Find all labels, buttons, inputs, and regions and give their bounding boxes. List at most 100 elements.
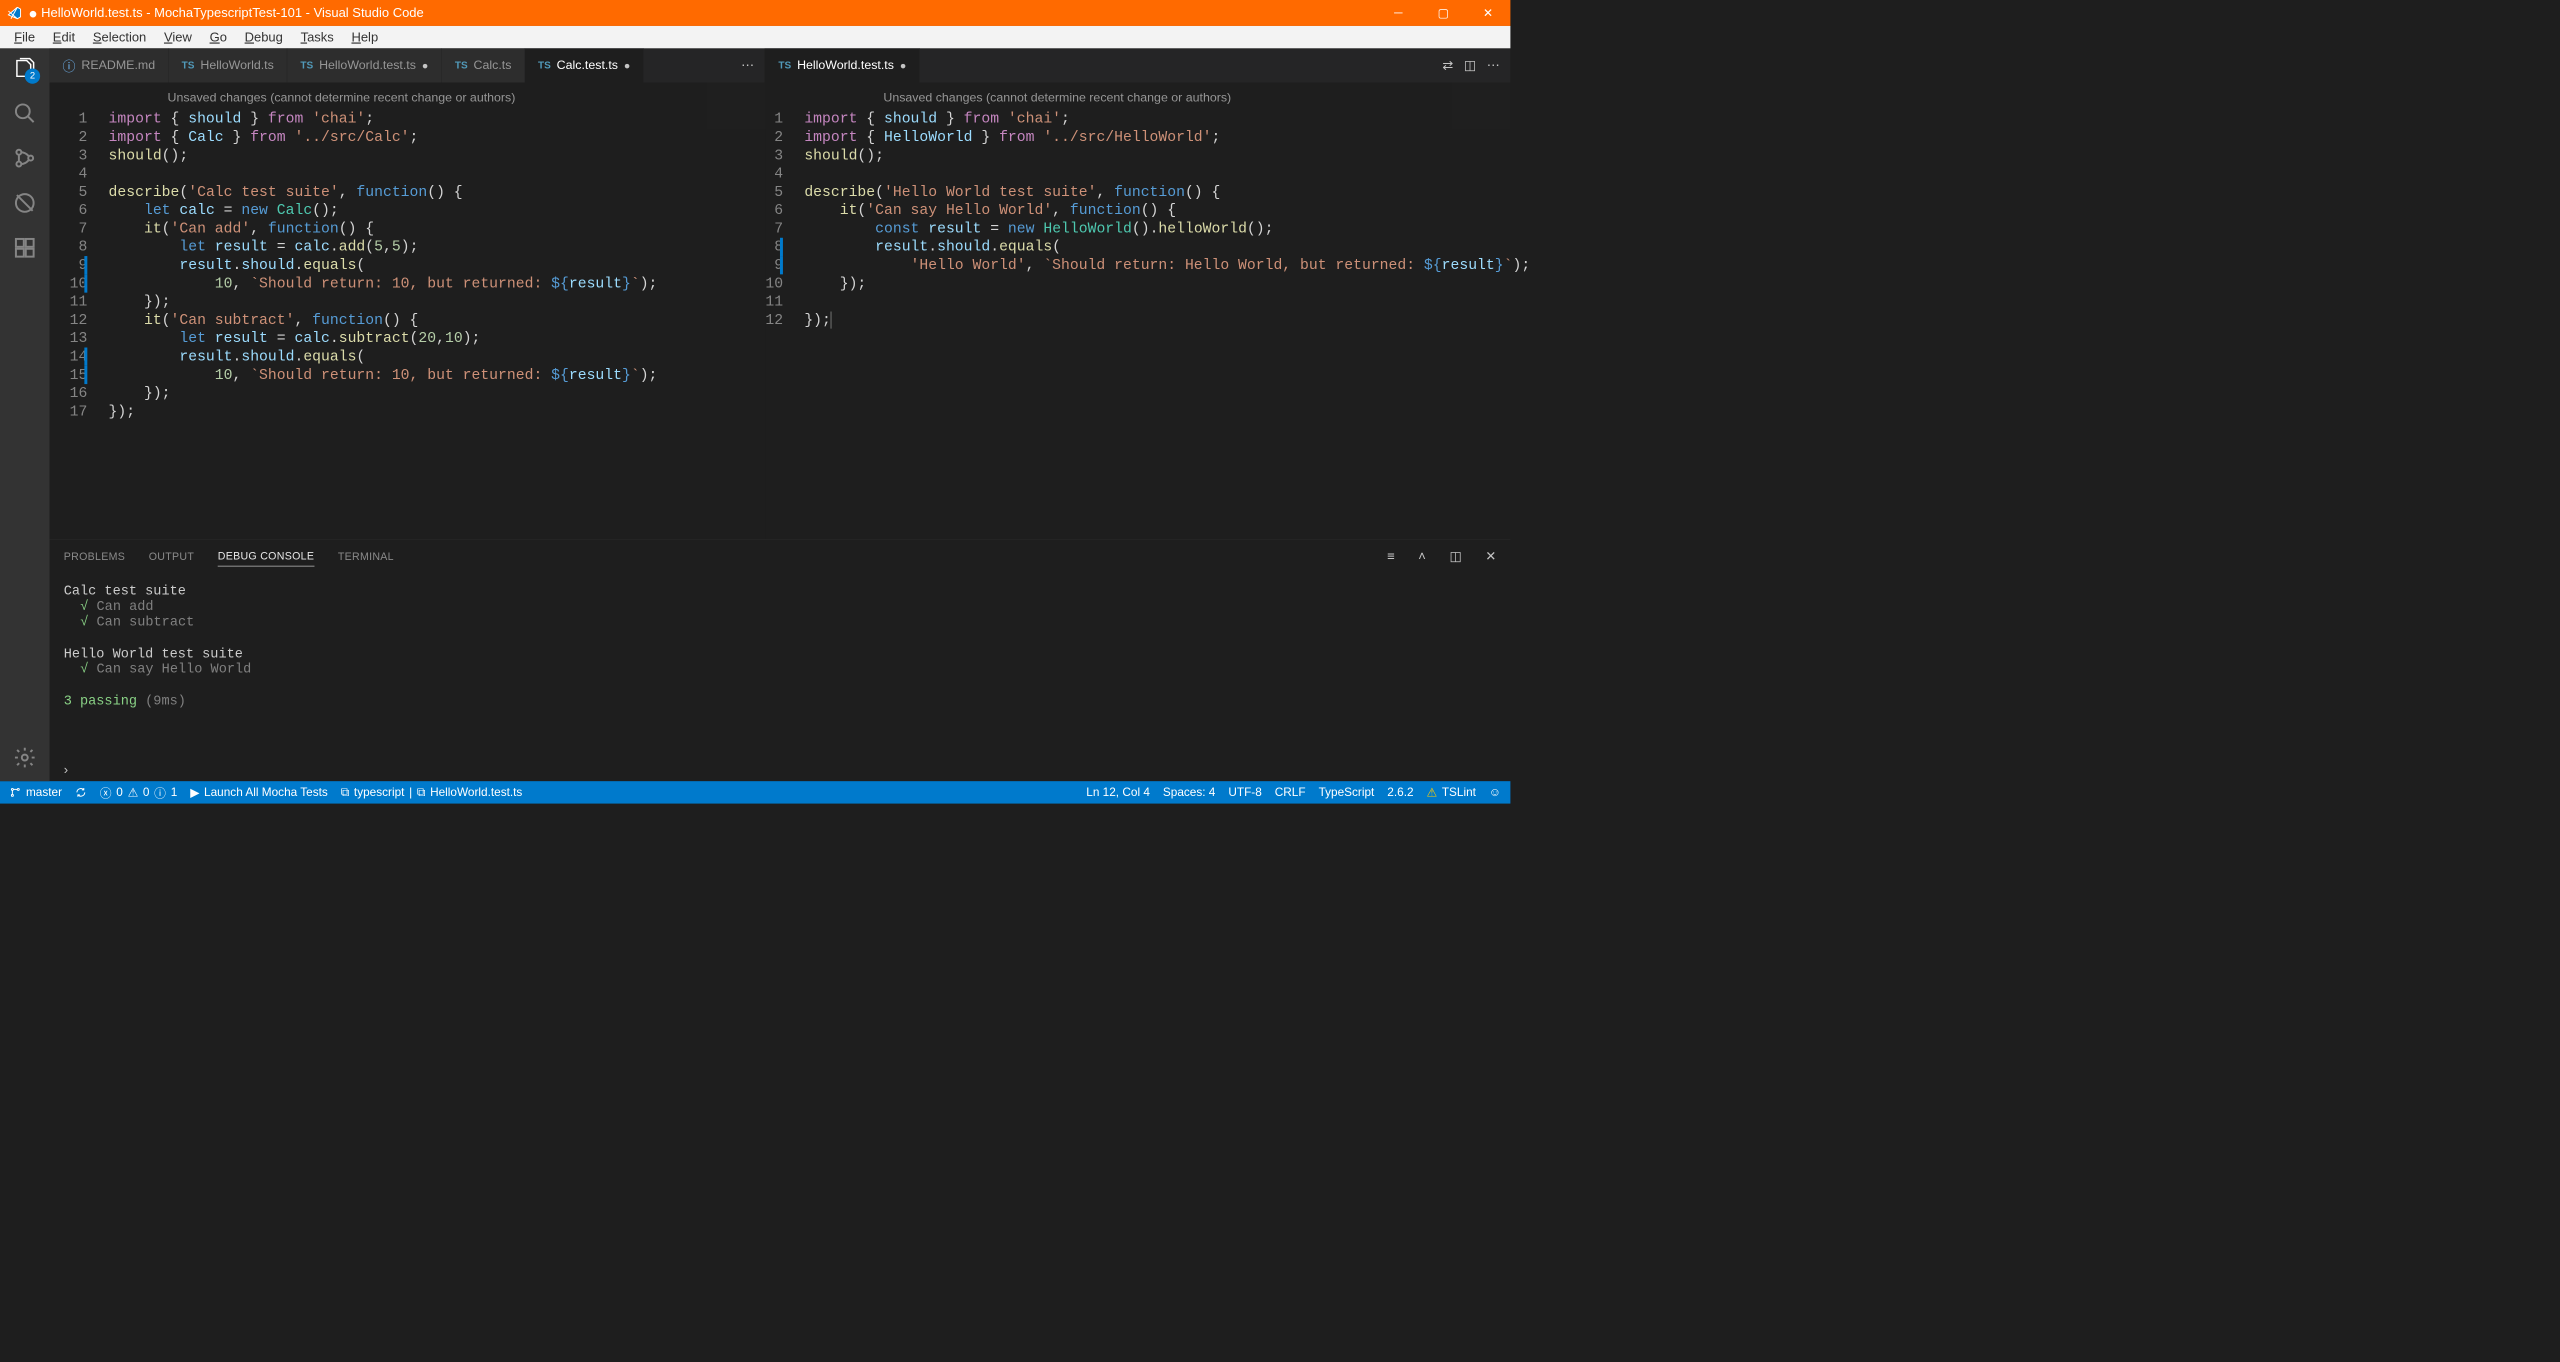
test-name: Can subtract <box>97 614 195 629</box>
test-name: Can add <box>97 599 154 614</box>
git-branch[interactable]: master <box>9 786 62 800</box>
menu-selection[interactable]: Selection <box>85 27 155 47</box>
settings-icon[interactable] <box>12 745 38 771</box>
panel-tab-output[interactable]: OUTPUT <box>149 547 194 566</box>
close-button[interactable]: ✕ <box>1466 0 1511 26</box>
menu-view[interactable]: View <box>156 27 200 47</box>
tab-helloworld-ts[interactable]: TS HelloWorld.ts <box>169 48 288 82</box>
vscode-icon <box>0 5 28 20</box>
ts-icon: TS <box>538 60 551 72</box>
info-icon: ⓘ <box>63 56 76 75</box>
explorer-badge: 2 <box>25 68 40 83</box>
tab-actions-2: ⇄ ◫ ⋯ <box>1432 48 1511 82</box>
tab-label: Calc.test.ts <box>557 58 618 72</box>
collapse-icon[interactable]: ˄ <box>1418 549 1426 564</box>
split-icon[interactable]: ◫ <box>1464 58 1476 73</box>
editor-tab-group-1: ⓘ README.md TS HelloWorld.ts TSHelloWorld.… <box>50 48 766 82</box>
tab-readme[interactable]: ⓘ README.md <box>50 48 169 82</box>
launch-config[interactable]: ▶Launch All Mocha Tests <box>190 785 328 800</box>
menu-bar: File Edit Selection View Go Debug Tasks … <box>0 26 1510 48</box>
explorer-icon[interactable]: 2 <box>12 55 38 81</box>
warning-count: 0 <box>143 786 150 800</box>
modified-dot-icon: ● <box>900 59 906 71</box>
tab-helloworld-test-ts[interactable]: TSHelloWorld.test.ts● <box>287 48 441 82</box>
task-running[interactable]: ⧉typescript | ⧉HelloWorld.test.ts <box>341 786 523 800</box>
passing-count: 3 passing <box>64 693 137 708</box>
tab-calc-ts[interactable]: TS Calc.ts <box>442 48 525 82</box>
panel-tab-terminal[interactable]: TERMINAL <box>338 547 394 566</box>
branch-label: master <box>26 786 62 800</box>
ts-version[interactable]: 2.6.2 <box>1387 786 1413 800</box>
test-suite-label: Calc test suite <box>64 584 1497 599</box>
ts-icon: TS <box>300 60 313 72</box>
editor-tab-group-2: TS HelloWorld.test.ts ● ⇄ ◫ ⋯ <box>765 48 1510 82</box>
code-content-left[interactable]: import { should } from 'chai'; import { … <box>109 110 658 540</box>
ts-icon: TS <box>455 60 468 72</box>
tab-actions: ⋯ <box>731 48 765 82</box>
tab-helloworld-test-ts-2[interactable]: TS HelloWorld.test.ts ● <box>765 48 919 82</box>
task-label: typescript <box>354 786 405 800</box>
unsaved-banner: Unsaved changes (cannot determine recent… <box>765 83 1510 110</box>
encoding[interactable]: UTF-8 <box>1228 786 1261 800</box>
maximize-button[interactable]: ▢ <box>1421 0 1466 26</box>
panel-tab-debug-console[interactable]: DEBUG CONSOLE <box>218 546 314 566</box>
status-bar: master ⓧ0 ⚠0 ⓘ1 ▶Launch All Mocha Tests … <box>0 781 1510 803</box>
title-bar: ● HelloWorld.test.ts - MochaTypescriptTe… <box>0 0 1510 26</box>
menu-edit[interactable]: Edit <box>45 27 84 47</box>
search-icon[interactable] <box>12 100 38 126</box>
menu-file[interactable]: File <box>6 27 43 47</box>
editor-right[interactable]: Unsaved changes (cannot determine recent… <box>765 83 1510 540</box>
editor-tabs: ⓘ README.md TS HelloWorld.ts TS HelloWorld.… <box>50 48 1511 82</box>
check-icon: √ <box>80 614 88 629</box>
modified-dot-icon: ● <box>624 59 630 71</box>
tab-calc-test-ts[interactable]: TS Calc.test.ts ● <box>525 48 644 82</box>
menu-debug[interactable]: Debug <box>236 27 291 47</box>
sync-icon[interactable] <box>75 786 87 798</box>
bottom-panel: PROBLEMS OUTPUT DEBUG CONSOLE TERMINAL ≡… <box>50 539 1511 781</box>
status-problems[interactable]: ⓧ0 ⚠0 ⓘ1 <box>100 784 177 801</box>
eol[interactable]: CRLF <box>1275 786 1306 800</box>
cursor-position[interactable]: Ln 12, Col 4 <box>1086 786 1150 800</box>
more-icon[interactable]: ⋯ <box>1487 58 1500 73</box>
duration: (9ms) <box>137 693 186 708</box>
debug-console-output[interactable]: Calc test suite √ Can add √ Can subtract… <box>50 573 1511 759</box>
minimize-button[interactable]: ─ <box>1376 0 1421 26</box>
panel-tabs: PROBLEMS OUTPUT DEBUG CONSOLE TERMINAL ≡… <box>50 540 1511 573</box>
check-icon: √ <box>80 661 88 676</box>
language-mode[interactable]: TypeScript <box>1319 786 1375 800</box>
test-name: Can say Hello World <box>97 661 252 676</box>
line-gutter: 1234567891011121314151617 <box>50 110 109 540</box>
feedback-icon[interactable]: ☺ <box>1489 786 1501 800</box>
tab-label: HelloWorld.ts <box>200 58 273 72</box>
maximize-panel-icon[interactable]: ◫ <box>1449 549 1461 564</box>
editor-left[interactable]: Unsaved changes (cannot determine recent… <box>50 83 766 540</box>
info-count: 1 <box>171 786 178 800</box>
ts-icon: TS <box>778 60 791 72</box>
indentation[interactable]: Spaces: 4 <box>1163 786 1215 800</box>
panel-tab-problems[interactable]: PROBLEMS <box>64 547 125 566</box>
menu-help[interactable]: Help <box>343 27 386 47</box>
test-suite-label: Hello World test suite <box>64 646 1497 661</box>
extensions-icon[interactable] <box>12 235 38 261</box>
modified-dot-icon: ● <box>422 59 428 71</box>
source-control-icon[interactable] <box>12 145 38 171</box>
console-input-chevron[interactable]: › <box>50 759 1511 781</box>
more-icon[interactable]: ⋯ <box>741 58 754 73</box>
tab-label: README.md <box>81 58 155 72</box>
unsaved-banner: Unsaved changes (cannot determine recent… <box>50 83 766 110</box>
check-icon: √ <box>80 599 88 614</box>
tslint-status[interactable]: ⚠TSLint <box>1427 785 1476 800</box>
menu-go[interactable]: Go <box>201 27 235 47</box>
filter-icon[interactable]: ≡ <box>1387 549 1395 564</box>
ts-icon: TS <box>182 60 195 72</box>
close-panel-icon[interactable]: ✕ <box>1485 549 1496 564</box>
tab-label: Calc.ts <box>474 58 512 72</box>
menu-tasks[interactable]: Tasks <box>292 27 342 47</box>
launch-label: Launch All Mocha Tests <box>204 786 328 800</box>
tab-label: HelloWorld.test.ts <box>797 58 894 72</box>
tslint-label: TSLint <box>1442 786 1476 800</box>
debug-icon[interactable] <box>12 190 38 216</box>
diff-icon[interactable]: ⇄ <box>1442 58 1453 73</box>
code-content-right[interactable]: import { should } from 'chai'; import { … <box>804 110 1530 540</box>
activity-bar: 2 <box>0 48 50 781</box>
